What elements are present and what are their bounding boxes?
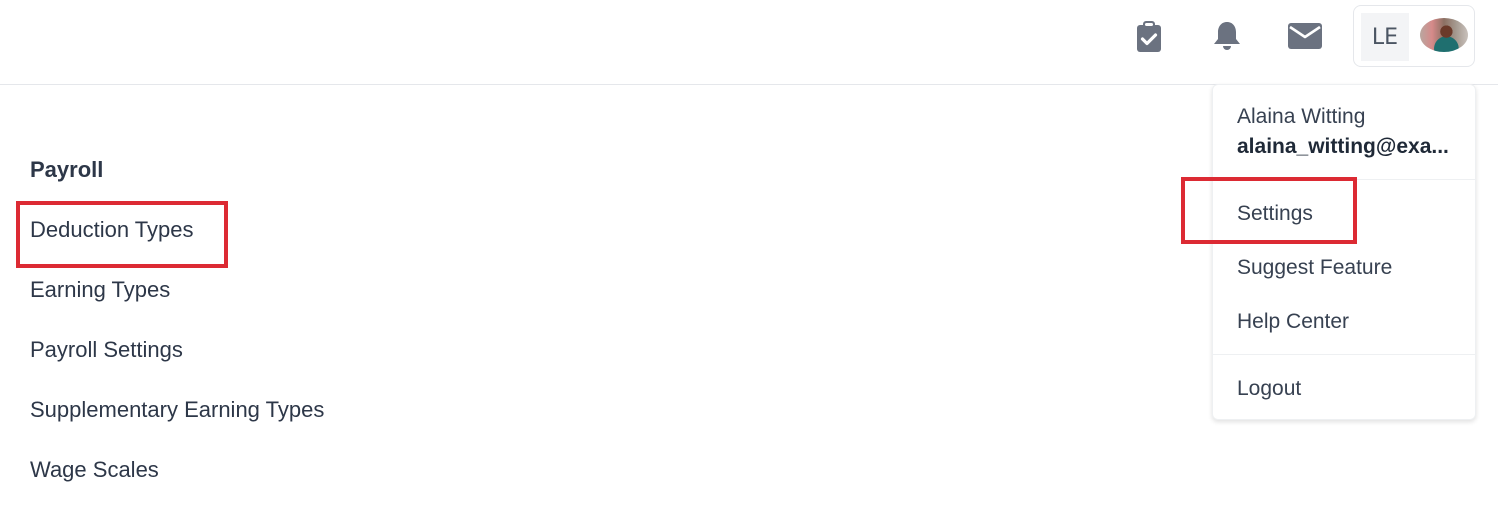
menu-divider — [1213, 179, 1475, 180]
user-menu-button[interactable]: LE — [1353, 5, 1475, 67]
bell-icon[interactable] — [1209, 18, 1245, 54]
user-email: alaina_witting@exa... — [1237, 135, 1449, 158]
menu-item-suggest-feature[interactable]: Suggest Feature — [1237, 256, 1392, 280]
user-name: Alaina Witting — [1237, 105, 1366, 128]
clipboard-check-icon[interactable] — [1131, 18, 1167, 54]
user-initials: LE — [1361, 13, 1409, 61]
user-dropdown-menu: Alaina Witting alaina_witting@exa... Set… — [1212, 84, 1476, 420]
menu-item-logout[interactable]: Logout — [1237, 377, 1301, 401]
nav-item-deduction-types[interactable]: Deduction Types — [30, 217, 193, 243]
menu-item-help-center[interactable]: Help Center — [1237, 310, 1349, 334]
nav-item-wage-scales[interactable]: Wage Scales — [30, 457, 159, 483]
nav-item-earning-types[interactable]: Earning Types — [30, 277, 170, 303]
nav-item-supplementary-earning-types[interactable]: Supplementary Earning Types — [30, 397, 324, 423]
section-title-payroll: Payroll — [30, 157, 104, 182]
menu-divider — [1213, 354, 1475, 355]
avatar — [1420, 18, 1468, 52]
menu-item-settings[interactable]: Settings — [1237, 202, 1313, 226]
envelope-icon[interactable] — [1287, 18, 1323, 54]
nav-item-payroll-settings[interactable]: Payroll Settings — [30, 337, 183, 363]
top-navbar: LE — [0, 0, 1498, 85]
